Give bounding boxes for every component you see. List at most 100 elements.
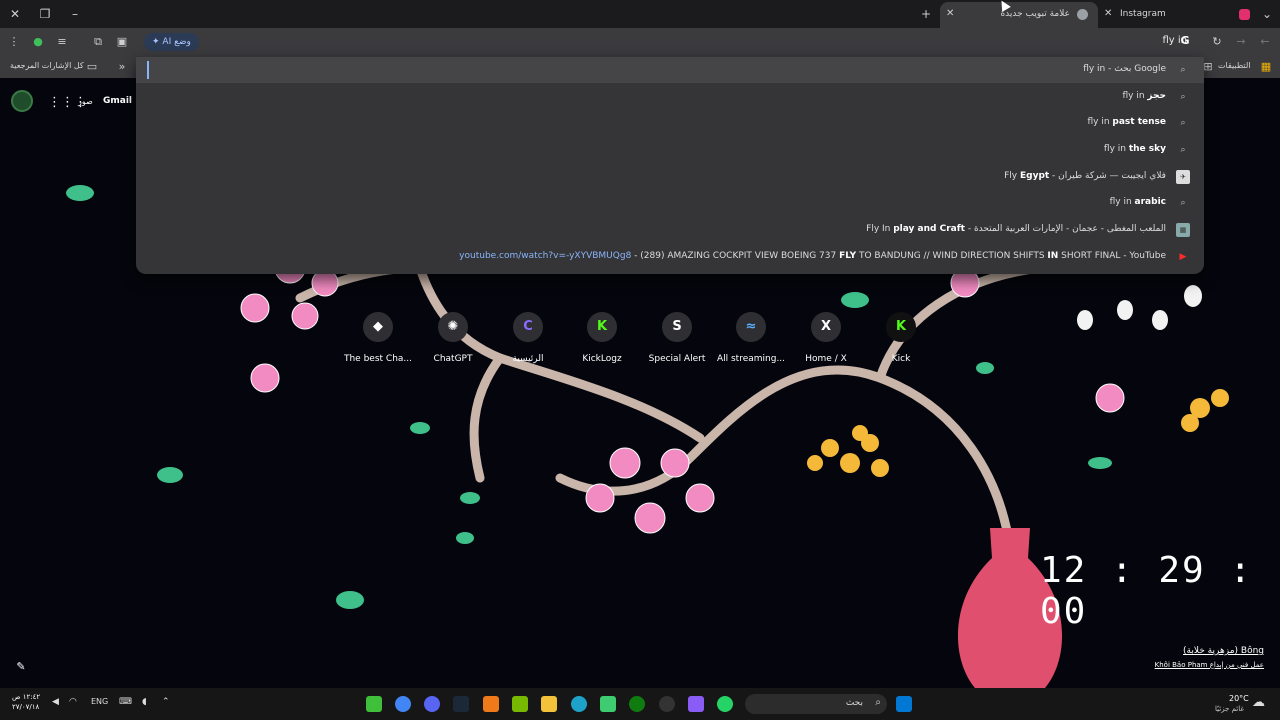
google-apps-icon[interactable]: ⋮⋮⋮ — [48, 95, 87, 110]
steam-icon[interactable] — [453, 696, 469, 712]
suggestion-row[interactable]: fly in حجز ⌕ — [136, 84, 1204, 110]
xbox-icon[interactable] — [629, 696, 645, 712]
restore-window-icon[interactable]: ❐ — [37, 6, 53, 22]
minimize-window-icon[interactable]: – — [67, 6, 83, 22]
search-icon: ⌕ — [1180, 92, 1186, 102]
volume-icon[interactable]: ◀ — [52, 697, 59, 707]
tab-instagram[interactable]: ✕ Instagram — [1100, 2, 1250, 28]
whatsapp-icon[interactable] — [717, 696, 733, 712]
avatar[interactable] — [11, 90, 33, 112]
suggestion-text: fly in the sky — [1103, 144, 1166, 154]
customize-pencil-icon[interactable]: ✎ — [12, 658, 30, 676]
tab-search-chevron-icon[interactable]: ⌄ — [1259, 6, 1275, 22]
suggestion-row[interactable]: Fly In play and Craft - الملعب المغطى - … — [136, 217, 1204, 243]
apps-link[interactable]: التطبيقات — [1218, 61, 1250, 70]
back-icon[interactable]: ← — [1257, 34, 1273, 50]
tab-search-icon[interactable]: ≡ — [54, 34, 70, 50]
keyboard-icon[interactable]: ⌨ — [119, 697, 132, 707]
search-icon: ⌕ — [1180, 118, 1186, 128]
shortcut-tile[interactable]: K KickLogz — [566, 312, 638, 364]
shortcut-tile[interactable]: ≈ All streaming... — [715, 312, 787, 364]
microphone-icon[interactable]: ◖ — [142, 697, 147, 707]
shortcut-icon: C — [513, 312, 543, 342]
language-indicator[interactable]: ENG — [91, 697, 108, 706]
app-green-arrow-icon[interactable] — [366, 696, 382, 712]
taskbar-search-input[interactable]: بحث ⌕ — [745, 694, 887, 714]
forward-icon[interactable]: → — [1233, 34, 1249, 50]
app-orange-icon[interactable] — [483, 696, 499, 712]
tray-clock[interactable]: ١٢:٤٢ ص ٢٧/٠٧/١٨ — [12, 692, 40, 712]
profile-extension-icon[interactable]: ● — [30, 34, 46, 50]
suggestion-row[interactable]: Fly Egypt - فلاي ايجيبت — شركة طيران ✈ — [136, 164, 1204, 190]
shortcut-tile[interactable]: ◆ The best Cha... — [342, 312, 414, 364]
folder-icon: ▭ — [86, 60, 98, 73]
windows-start-icon[interactable] — [896, 696, 912, 712]
all-bookmarks-link[interactable]: كل الإشارات المرجعية — [10, 61, 84, 70]
menu-kebab-icon[interactable]: ⋮ — [6, 34, 22, 50]
place-thumbnail-icon: ▦ — [1176, 223, 1190, 237]
search-placeholder: بحث — [845, 698, 863, 708]
suggestion-row[interactable]: fly in the sky ⌕ — [136, 137, 1204, 163]
gmail-link[interactable]: Gmail — [103, 96, 132, 106]
copilot-icon[interactable] — [688, 696, 704, 712]
google-g-icon: G — [1180, 34, 1190, 47]
tray-overflow-chevron-icon[interactable]: ⌃ — [162, 697, 170, 707]
suggestion-row[interactable]: youtube.com/watch?v=-yXYVBMUQg8 - (289) … — [136, 244, 1204, 270]
suggestion-text: fly in - بحث Google — [1083, 64, 1166, 74]
extension-w-icon[interactable]: ▣ — [114, 34, 130, 50]
suggestion-text: fly in past tense — [1087, 117, 1166, 127]
ai-sparkle-icon: ✦ — [152, 37, 160, 47]
shortcut-tile[interactable]: ✺ ChatGPT — [417, 312, 489, 364]
suggestion-text: youtube.com/watch?v=-yXYVBMUQg8 - (289) … — [459, 251, 1166, 261]
shortcut-label: KickLogz — [582, 354, 622, 364]
wifi-icon[interactable]: ◠ — [69, 697, 77, 707]
shortcut-icon: ✺ — [438, 312, 468, 342]
bookmarks-chevron-icon[interactable]: » — [114, 59, 130, 75]
chrome-favicon-icon — [1077, 9, 1088, 20]
app-grid-icon[interactable] — [600, 696, 616, 712]
shortcut-label: All streaming... — [716, 354, 786, 364]
suggestion-row[interactable]: fly in arabic ⌕ — [136, 190, 1204, 216]
weather-temperature[interactable]: 20°C — [1229, 694, 1249, 703]
shortcut-label: الرئيسية — [512, 354, 544, 364]
shortcut-label: Home / X — [805, 354, 847, 364]
shortcut-tile[interactable]: S Special Alert — [641, 312, 713, 364]
shortcut-tile[interactable]: K Kick — [865, 312, 937, 364]
suggestion-text: fly in arabic — [1109, 197, 1166, 207]
shortcut-icon: K — [587, 312, 617, 342]
weather-condition[interactable]: غائم جزئيًا — [1215, 705, 1244, 713]
instagram-favicon-icon — [1239, 9, 1250, 20]
shortcut-icon: ≈ — [736, 312, 766, 342]
shortcut-icon: K — [886, 312, 916, 342]
tab-title: علامة تبويب جديدة — [1000, 9, 1070, 19]
tab-title: Instagram — [1120, 9, 1166, 19]
file-explorer-icon[interactable] — [541, 696, 557, 712]
text-caret — [147, 61, 149, 79]
suggestion-text: fly in حجز — [1122, 91, 1167, 101]
reload-icon[interactable]: ↻ — [1209, 34, 1225, 50]
shortcut-tile[interactable]: X Home / X — [790, 312, 862, 364]
discord-icon[interactable] — [424, 696, 440, 712]
search-icon: ⌕ — [875, 697, 881, 708]
clock-display: 12 : 29 : 00 — [1040, 550, 1254, 632]
edge-icon[interactable] — [571, 696, 587, 712]
artwork-title-link[interactable]: Bông (مزهرية خلابة) — [1183, 646, 1264, 656]
nvidia-icon[interactable] — [512, 696, 528, 712]
ai-mode-button[interactable]: وضع AI ✦ — [144, 33, 199, 51]
new-tab-icon[interactable]: + — [918, 6, 934, 22]
close-tab-icon[interactable]: ✕ — [1104, 2, 1112, 26]
shortcut-label: Special Alert — [648, 354, 706, 364]
chrome-taskbar-icon[interactable] — [395, 696, 411, 712]
tab-new-tab[interactable]: ✕ علامة تبويب جديدة — [940, 2, 1098, 28]
close-tab-icon[interactable]: ✕ — [946, 2, 954, 26]
shortcut-tile[interactable]: C الرئيسية — [492, 312, 564, 364]
suggestion-row[interactable]: fly in past tense ⌕ — [136, 110, 1204, 136]
tray-date-text: ٢٧/٠٧/١٨ — [12, 703, 40, 711]
close-window-icon[interactable]: ✕ — [7, 6, 23, 22]
speedometer-icon[interactable] — [659, 696, 675, 712]
extensions-icon[interactable]: ⧉ — [90, 34, 106, 50]
artwork-author-link[interactable]: عمل فني من إبداع Khôi Bảo Pham — [1155, 661, 1264, 669]
ai-mode-label: وضع AI — [162, 37, 191, 47]
youtube-icon: ▶ — [1179, 252, 1187, 262]
suggestion-row[interactable]: fly in - بحث Google ⌕ — [136, 57, 1204, 83]
